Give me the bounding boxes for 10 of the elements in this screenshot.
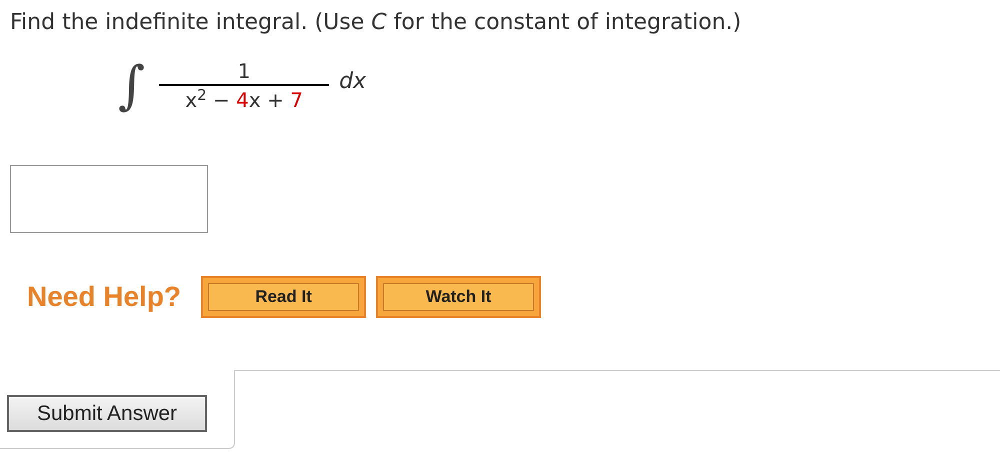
differential: dx: [339, 68, 366, 96]
integral-sign: ∫: [118, 60, 146, 112]
submit-button[interactable]: Submit Answer: [7, 395, 207, 432]
question-text: Find the indefinite integral. (Use C for the constant of integration.): [10, 9, 742, 37]
denominator: x$^{2}$ − 4x + 7: [185, 86, 303, 114]
help-button[interactable]: Read It: [201, 276, 366, 318]
answer-field[interactable]: [10, 165, 208, 233]
help-button[interactable]: Watch It: [376, 276, 542, 318]
numerator: 1: [238, 58, 250, 84]
need-help-label: Need Help?: [27, 280, 182, 314]
